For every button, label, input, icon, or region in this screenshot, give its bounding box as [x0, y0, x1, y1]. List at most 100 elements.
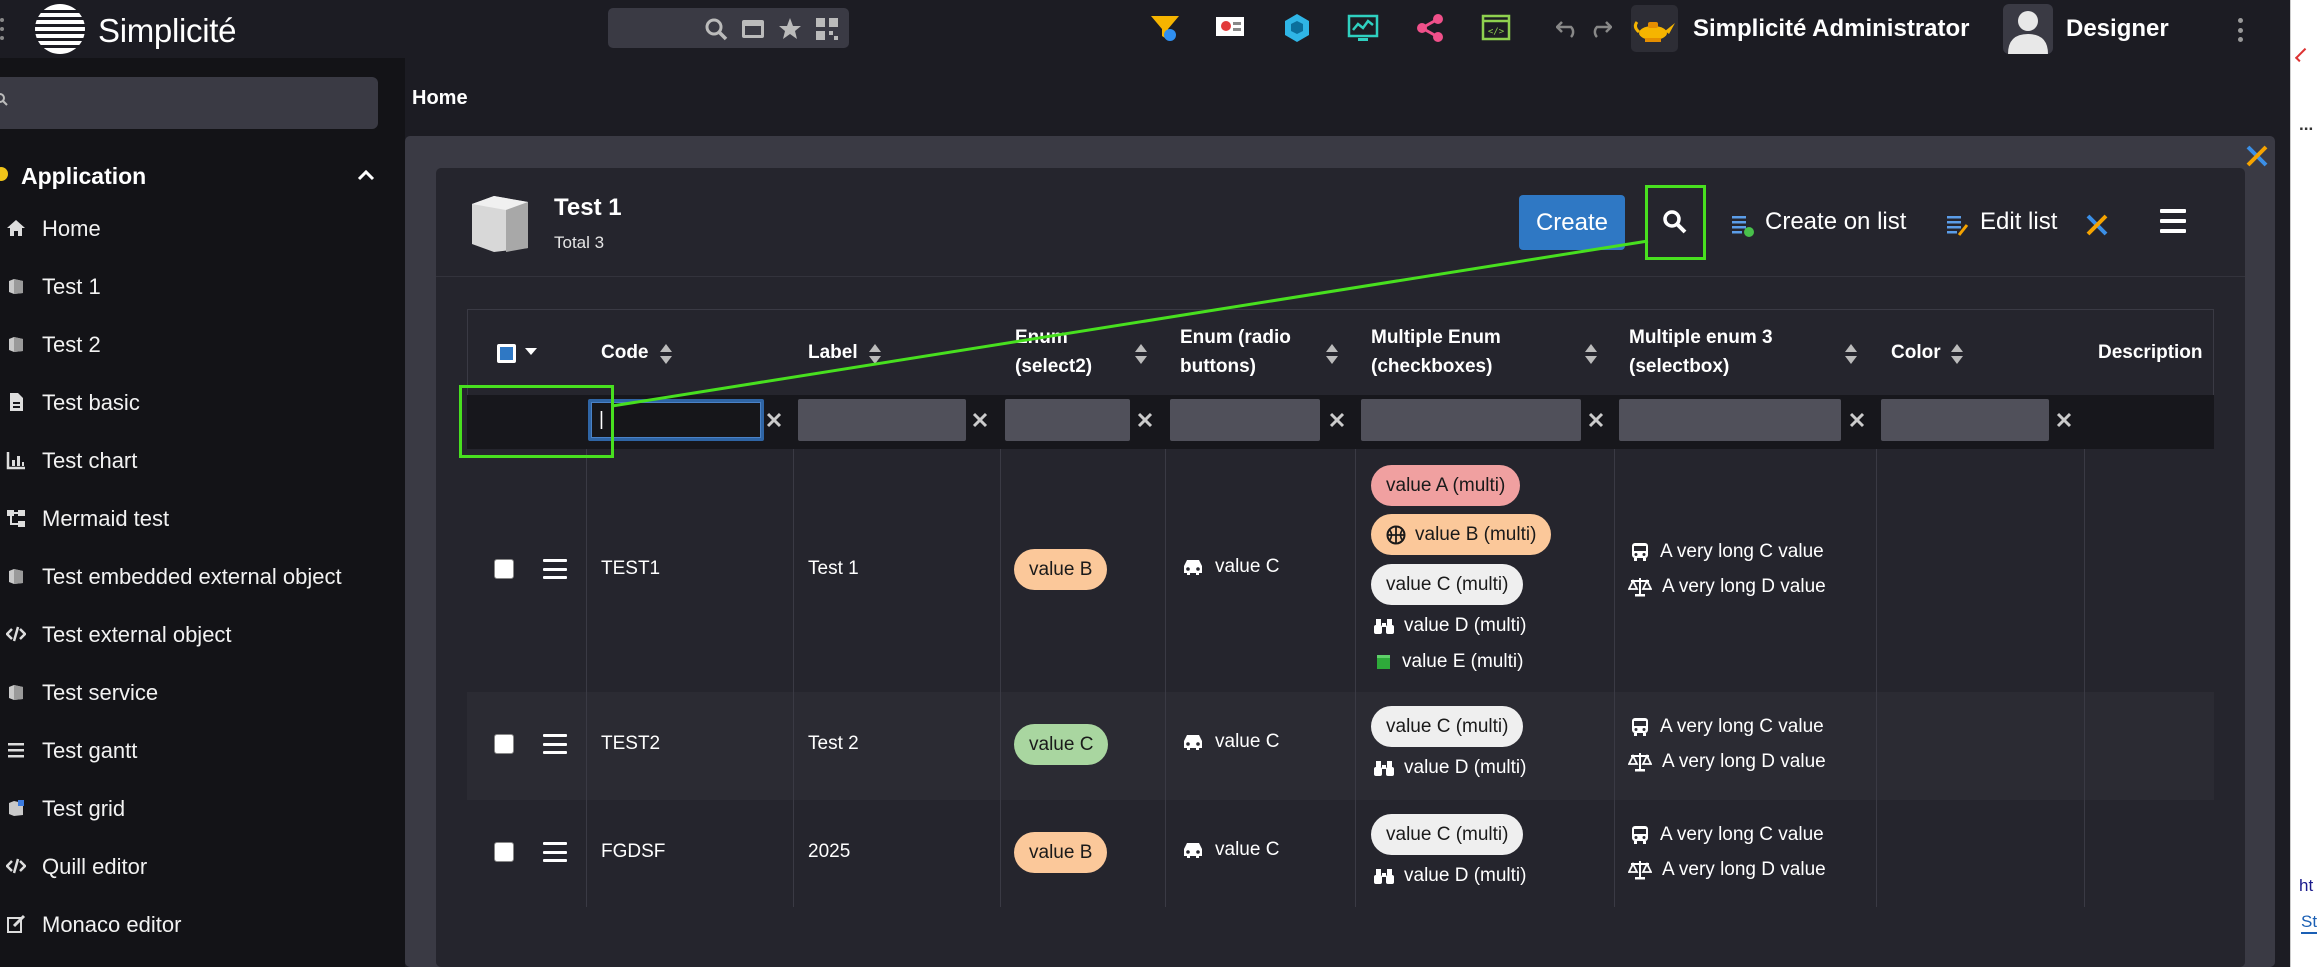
- column-header-enum-select2[interactable]: Enum (select2): [1015, 309, 1092, 395]
- create-on-list-button[interactable]: Create on list: [1730, 206, 1920, 240]
- clear-filter-icon[interactable]: [2054, 410, 2074, 430]
- filter-multiple-enum-3-input[interactable]: [1619, 399, 1841, 441]
- search-button[interactable]: [1645, 185, 1706, 260]
- sidebar-item-monaco-editor[interactable]: Monaco editor: [0, 904, 390, 944]
- chevron-up-icon[interactable]: [356, 168, 376, 182]
- sidebar-item-mermaid-test[interactable]: Mermaid test: [0, 498, 390, 538]
- row-actions-icon[interactable]: [543, 559, 567, 579]
- sidebar-item-test-external-object[interactable]: Test external object: [0, 614, 390, 654]
- sidebar-item-test-grid[interactable]: Test grid: [0, 788, 390, 828]
- cubes-icon[interactable]: [1280, 11, 1314, 45]
- sidebar-item-test-basic[interactable]: Test basic: [0, 382, 390, 422]
- sidebar-item-test-service[interactable]: Test service: [0, 672, 390, 712]
- multi3-value-label: A very long D value: [1662, 859, 1826, 880]
- menu-search-input[interactable]: [0, 77, 378, 129]
- column-header-description[interactable]: Description: [2098, 309, 2203, 395]
- styles-tab-fragment[interactable]: St: [2301, 912, 2318, 934]
- sidebar-item-label: Test 2: [42, 332, 101, 357]
- column-header-color[interactable]: Color: [1891, 309, 1941, 395]
- row-checkbox[interactable]: [494, 559, 514, 579]
- cell-label[interactable]: 2025: [808, 841, 850, 863]
- sidebar-item-test-1[interactable]: Test 1: [0, 266, 390, 306]
- brand-name[interactable]: Simplicité: [98, 12, 237, 50]
- column-header-label[interactable]: Label: [808, 309, 858, 395]
- sort-icon[interactable]: [1134, 343, 1148, 365]
- table-row[interactable]: [467, 692, 2214, 800]
- caret-down-icon[interactable]: [524, 346, 538, 356]
- sidebar-item-quill-editor[interactable]: Quill editor: [0, 846, 390, 886]
- code-window-icon[interactable]: </>: [1479, 11, 1513, 45]
- filter-radio-input[interactable]: [1170, 399, 1320, 441]
- star-icon[interactable]: [778, 17, 802, 41]
- more-menu-icon[interactable]: [2237, 18, 2243, 42]
- row-checkbox[interactable]: [494, 734, 514, 754]
- page-title: Test 1: [554, 194, 622, 221]
- column-divider: [1165, 449, 1166, 907]
- cell-label[interactable]: Test 2: [808, 733, 859, 755]
- avatar[interactable]: [2003, 4, 2053, 54]
- table-row[interactable]: [467, 449, 2214, 692]
- sidebar-item-test-2[interactable]: Test 2: [0, 324, 390, 364]
- row-checkbox[interactable]: [494, 842, 514, 862]
- filter-color-input[interactable]: [1881, 399, 2049, 441]
- search-icon[interactable]: [704, 17, 728, 41]
- sidebar-item-test-embedded-external-object[interactable]: Test embedded external object: [0, 556, 390, 596]
- clear-filter-icon[interactable]: [1847, 410, 1867, 430]
- sort-icon[interactable]: [1584, 343, 1598, 365]
- sidebar-item-label: Test gantt: [42, 738, 138, 763]
- clear-filter-icon[interactable]: [764, 410, 784, 430]
- sort-icon[interactable]: [659, 343, 673, 365]
- clear-filter-icon[interactable]: [1586, 410, 1606, 430]
- qrcode-icon[interactable]: [815, 17, 839, 41]
- clear-filter-icon[interactable]: [1327, 410, 1347, 430]
- header-quick-bar[interactable]: [608, 8, 849, 48]
- sort-icon[interactable]: [868, 343, 882, 365]
- app-scope-button[interactable]: [1631, 5, 1678, 52]
- drag-handle-icon[interactable]: [0, 18, 4, 40]
- cell-code[interactable]: TEST1: [601, 558, 660, 580]
- filter-enum-input[interactable]: [1005, 399, 1130, 441]
- multi-value: value D (multi): [1374, 865, 1526, 887]
- sort-icon[interactable]: [1325, 343, 1339, 365]
- sort-icon[interactable]: [1950, 343, 1964, 365]
- filter-code-input[interactable]: [588, 399, 764, 441]
- sort-icon[interactable]: [1844, 343, 1858, 365]
- column-header-code[interactable]: Code: [601, 309, 649, 395]
- sidebar-item-test-chart[interactable]: Test chart: [0, 440, 390, 480]
- breadcrumb[interactable]: Home: [412, 87, 468, 110]
- cell-code[interactable]: TEST2: [601, 733, 660, 755]
- close-list-icon[interactable]: [2084, 212, 2110, 238]
- list-menu-icon[interactable]: [2160, 209, 2186, 233]
- simplicite-logo[interactable]: [34, 2, 86, 56]
- filter-label-input[interactable]: [798, 399, 966, 441]
- clear-filter-icon[interactable]: [970, 410, 990, 430]
- window-icon[interactable]: [741, 17, 765, 41]
- presentation-icon[interactable]: [1213, 11, 1247, 45]
- cell-code[interactable]: FGDSF: [601, 841, 665, 863]
- column-header-multiple-enum-3[interactable]: Multiple enum 3 (selectbox): [1629, 309, 1773, 395]
- cell-label[interactable]: Test 1: [808, 558, 859, 580]
- redo-icon[interactable]: [1588, 18, 1612, 38]
- undo-icon[interactable]: [1556, 18, 1580, 38]
- close-icon[interactable]: [2244, 143, 2270, 169]
- column-header-enum-radio[interactable]: Enum (radio buttons): [1180, 309, 1291, 395]
- create-button[interactable]: Create: [1519, 195, 1625, 250]
- column-header-multiple-enum[interactable]: Multiple Enum (checkboxes): [1371, 309, 1501, 395]
- row-actions-icon[interactable]: [543, 734, 567, 754]
- table-row[interactable]: [467, 800, 2214, 907]
- edit-list-button[interactable]: Edit list: [1945, 206, 2065, 240]
- monitor-chart-icon[interactable]: [1346, 11, 1380, 45]
- scope-title[interactable]: Simplicité Administrator: [1693, 15, 1970, 43]
- multi3-value-label: A very long D value: [1662, 751, 1826, 772]
- share-icon[interactable]: [1413, 11, 1447, 45]
- filter-icon[interactable]: [1148, 11, 1182, 45]
- row-actions-icon[interactable]: [543, 842, 567, 862]
- user-role[interactable]: Designer: [2066, 15, 2169, 43]
- application-section-header[interactable]: Application: [0, 153, 390, 199]
- sidebar-item-home[interactable]: Home: [0, 208, 390, 248]
- select-all-checkbox[interactable]: [497, 344, 516, 363]
- sidebar-item-test-gantt[interactable]: Test gantt: [0, 730, 390, 770]
- clear-filter-icon[interactable]: [1135, 410, 1155, 430]
- edit-icon: [7, 914, 26, 933]
- filter-multiple-enum-input[interactable]: [1361, 399, 1581, 441]
